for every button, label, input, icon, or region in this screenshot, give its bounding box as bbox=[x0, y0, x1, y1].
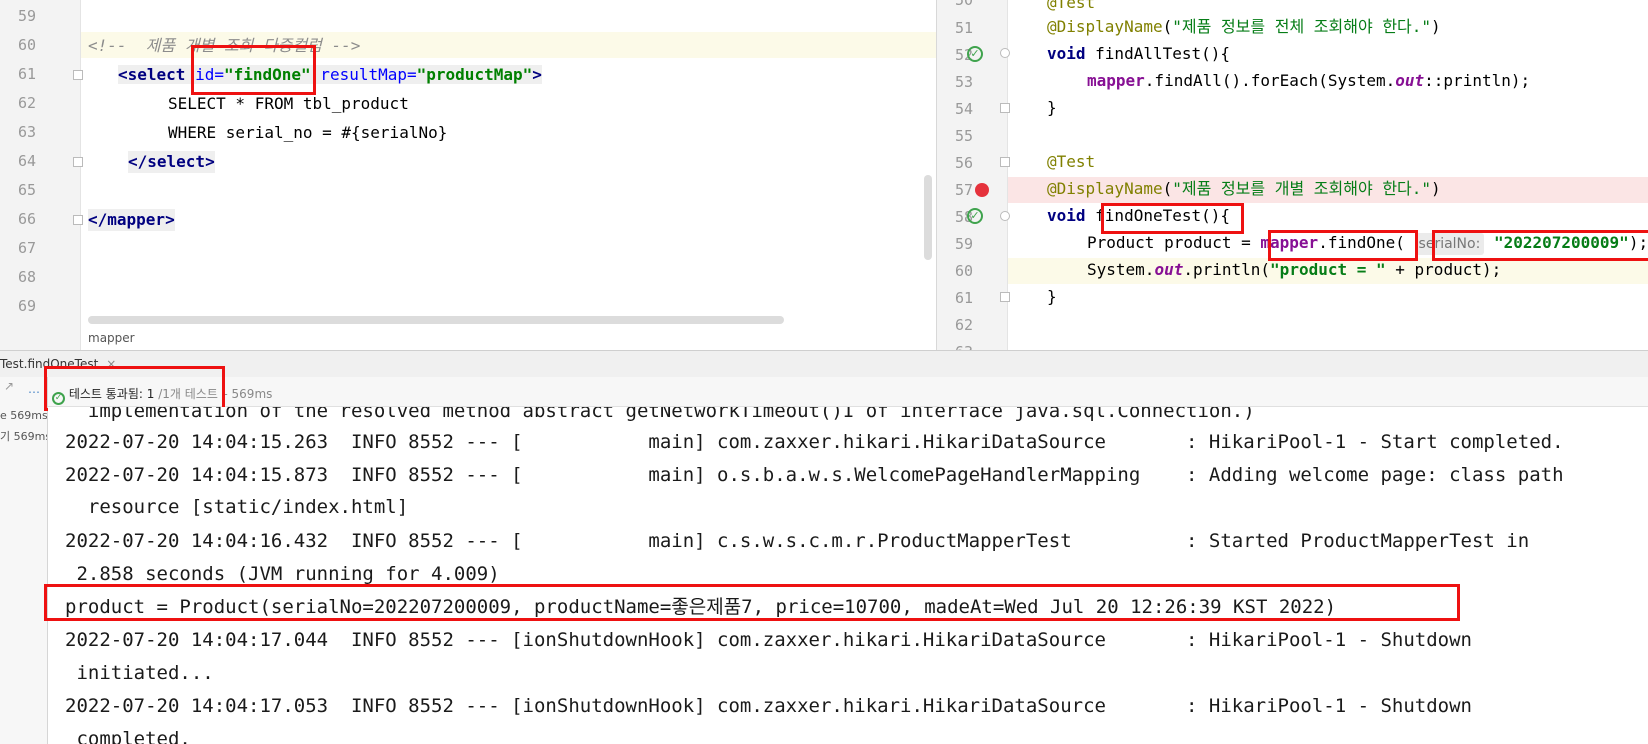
line-number: 64 bbox=[17, 152, 36, 170]
console-line: resource [static/index.html] bbox=[65, 496, 409, 518]
vertical-scrollbar[interactable] bbox=[924, 175, 932, 260]
highlight-box-serial-argument bbox=[1432, 230, 1648, 261]
console-line: 2022-07-20 14:04:17.044 INFO 8552 --- [i… bbox=[65, 629, 1472, 651]
highlight-box-product-output bbox=[44, 584, 1460, 621]
highlight-box-findone-id bbox=[191, 45, 316, 95]
tree-item-time[interactable]: e 569ms bbox=[0, 409, 47, 422]
tree-item-time[interactable]: 기 569ms bbox=[0, 428, 47, 444]
fold-marker-icon[interactable] bbox=[1000, 211, 1010, 221]
highlight-box-test-status bbox=[44, 366, 225, 411]
line-number: 55 bbox=[954, 127, 973, 145]
line-number: 62 bbox=[17, 94, 36, 112]
console-line: 2022-07-20 14:04:17.053 INFO 8552 --- [i… bbox=[65, 695, 1472, 717]
console-line: completed. bbox=[65, 728, 191, 744]
line-number: 59 bbox=[954, 235, 973, 253]
run-tab-bar: Test.findOneTest × bbox=[0, 350, 1648, 379]
code-annotation: @Test bbox=[1047, 152, 1096, 171]
line-number: 60 bbox=[17, 36, 36, 54]
test-results-tree[interactable]: ↗ ⋯ e 569ms 기 569ms bbox=[0, 377, 48, 744]
breadcrumb[interactable]: mapper bbox=[88, 331, 135, 345]
line-number: 61 bbox=[17, 65, 36, 83]
line-number: 63 bbox=[937, 342, 973, 350]
line-number: 69 bbox=[17, 297, 36, 315]
more-icon[interactable]: ⋯ bbox=[28, 385, 40, 399]
line-number: 54 bbox=[954, 100, 973, 118]
code-annotation: @Test bbox=[1047, 0, 1096, 12]
code-line-select-close: </select> bbox=[128, 151, 215, 173]
console-output[interactable]: implementation of the resolved method ab… bbox=[48, 407, 1648, 744]
fold-marker-icon[interactable] bbox=[1000, 103, 1010, 113]
line-number: 53 bbox=[954, 73, 973, 91]
line-number: 63 bbox=[17, 123, 36, 141]
fold-marker-icon[interactable] bbox=[73, 70, 83, 80]
line-number: 50 bbox=[954, 0, 973, 9]
code-line-brace: } bbox=[1047, 98, 1057, 117]
code-line-method-decl: void findAllTest(){ bbox=[1047, 44, 1231, 63]
fold-marker-icon[interactable] bbox=[1000, 157, 1010, 167]
line-number: 62 bbox=[954, 316, 973, 334]
line-number: 59 bbox=[17, 7, 36, 25]
code-line-statement: System.out.println("product = " + produc… bbox=[1087, 260, 1502, 279]
line-number: 65 bbox=[17, 181, 36, 199]
code-line-displayname: @DisplayName("제품 정보를 전체 조회해야 한다.") bbox=[1047, 17, 1441, 36]
line-number: 60 bbox=[954, 262, 973, 280]
line-number: 66 bbox=[17, 210, 36, 228]
console-line: 2022-07-20 14:04:15.263 INFO 8552 --- [ … bbox=[65, 431, 1564, 453]
line-number: 57 bbox=[954, 181, 973, 199]
breakpoint-icon[interactable] bbox=[975, 183, 989, 197]
line-number: 51 bbox=[954, 19, 973, 37]
line-number: 56 bbox=[954, 154, 973, 172]
test-passed-icon[interactable]: ✓ bbox=[967, 208, 983, 224]
code-line-mapper-close: </mapper> bbox=[88, 209, 175, 231]
horizontal-scrollbar[interactable] bbox=[88, 316, 784, 324]
highlight-box-mapper-call bbox=[1268, 230, 1418, 261]
code-line-displayname: @DisplayName("제품 정보를 개별 조회해야 한다.") bbox=[1047, 179, 1441, 198]
code-line-select-open: <select id="findOne" resultMap="productM… bbox=[118, 65, 542, 84]
console-line: 2022-07-20 14:04:16.432 INFO 8552 --- [ … bbox=[65, 530, 1530, 552]
collapse-icon[interactable]: ↗ bbox=[4, 379, 14, 393]
code-line-sql: WHERE serial_no = #{serialNo} bbox=[168, 123, 448, 142]
console-line: 2.858 seconds (JVM running for 4.009) bbox=[65, 563, 500, 585]
console-line: initiated... bbox=[65, 662, 214, 684]
line-number: 68 bbox=[17, 268, 36, 286]
fold-marker-icon[interactable] bbox=[73, 157, 83, 167]
line-number: 61 bbox=[954, 289, 973, 307]
java-test-editor-pane[interactable]: 50 51 52 53 54 55 56 57 58 59 60 61 62 6… bbox=[936, 0, 1648, 350]
fold-marker-icon[interactable] bbox=[73, 215, 83, 225]
xml-editor-pane[interactable]: 59 60 61 62 63 64 65 66 67 68 69 <!-- 제품… bbox=[0, 0, 936, 350]
console-line: implementation of the resolved method ab… bbox=[65, 407, 1255, 422]
test-passed-icon[interactable]: ✓ bbox=[967, 46, 983, 62]
fold-marker-icon[interactable] bbox=[1000, 292, 1010, 302]
code-line-brace: } bbox=[1047, 287, 1057, 306]
highlight-box-method-name bbox=[1101, 203, 1244, 234]
code-line-sql: SELECT * FROM tbl_product bbox=[168, 94, 409, 113]
console-line: 2022-07-20 14:04:15.873 INFO 8552 --- [ … bbox=[65, 464, 1564, 486]
fold-marker-icon[interactable] bbox=[1000, 48, 1010, 58]
line-number: 67 bbox=[17, 239, 36, 257]
code-line-statement: mapper.findAll().forEach(System.out::pri… bbox=[1087, 71, 1531, 90]
